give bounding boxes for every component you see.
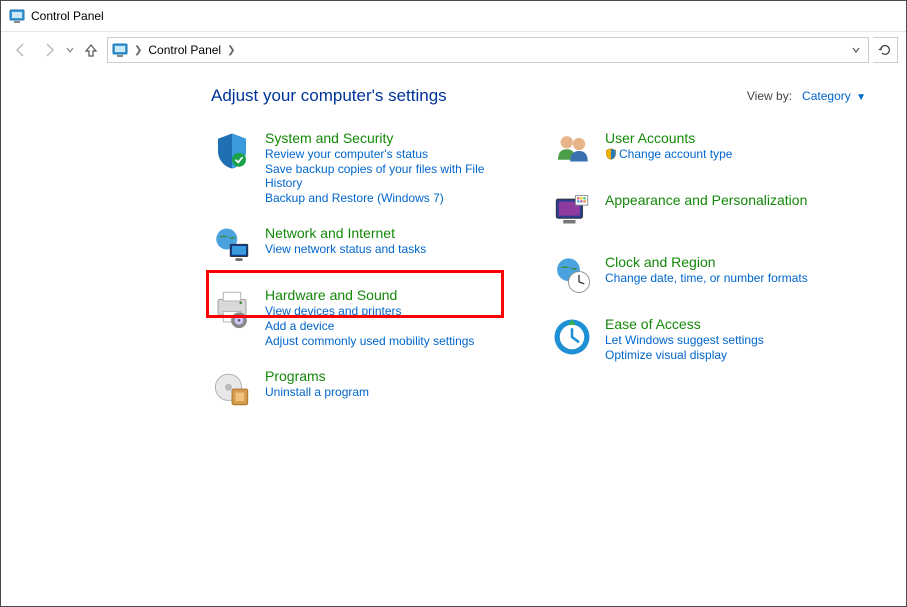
user-accounts-icon [551,130,593,172]
page-heading: Adjust your computer's settings [211,86,447,106]
view-by-label: View by: [747,89,792,103]
category-link[interactable]: Let Windows suggest settings [605,333,764,347]
category-link[interactable]: Adjust commonly used mobility settings [265,334,474,348]
recent-locations-button[interactable] [65,40,75,60]
category-ease-of-access: Ease of Access Let Windows suggest setti… [551,316,851,362]
category-link[interactable]: Uninstall a program [265,385,369,399]
programs-icon [211,368,253,410]
chevron-down-icon: ▼ [856,92,866,103]
category-user-accounts: User Accounts Change account type [551,130,851,172]
category-title[interactable]: System and Security [265,130,511,146]
ease-of-access-icon [551,316,593,358]
breadcrumb-root[interactable]: Control Panel [148,43,221,57]
category-link[interactable]: View devices and printers [265,304,474,318]
content-area: Adjust your computer's settings View by:… [1,68,906,606]
printer-icon [211,287,253,329]
category-link[interactable]: Change date, time, or number formats [605,271,808,285]
clock-globe-icon [551,254,593,296]
refresh-button[interactable] [873,37,898,63]
globe-network-icon [211,225,253,267]
breadcrumb-separator[interactable]: ❯ [227,45,235,56]
titlebar: Control Panel [1,1,906,32]
category-hardware-sound: Hardware and Sound View devices and prin… [211,287,511,348]
category-title[interactable]: Programs [265,368,369,384]
category-columns: System and Security Review your computer… [211,130,866,410]
navbar: ❯ Control Panel ❯ [1,32,906,68]
category-programs: Programs Uninstall a program [211,368,511,410]
appearance-icon [551,192,593,234]
category-clock-region: Clock and Region Change date, time, or n… [551,254,851,296]
category-title[interactable]: Clock and Region [605,254,808,270]
category-link[interactable]: Optimize visual display [605,348,764,362]
right-column: User Accounts Change account type [551,130,851,410]
category-title[interactable]: Appearance and Personalization [605,192,807,208]
window-title: Control Panel [31,9,104,23]
shield-icon [211,130,253,172]
category-network-internet: Network and Internet View network status… [211,225,511,267]
category-link[interactable]: View network status and tasks [265,242,426,256]
control-panel-icon [9,8,25,24]
forward-button[interactable] [37,38,61,62]
category-title[interactable]: Ease of Access [605,316,764,332]
category-link[interactable]: Save backup copies of your files with Fi… [265,162,511,190]
category-title[interactable]: Network and Internet [265,225,426,241]
category-link[interactable]: Review your computer's status [265,147,511,161]
control-panel-window: Control Panel ❯ Control Panel ❯ [0,0,907,607]
address-bar[interactable]: ❯ Control Panel ❯ [107,37,869,63]
address-dropdown[interactable] [848,46,864,54]
left-column: System and Security Review your computer… [211,130,511,410]
category-title[interactable]: User Accounts [605,130,732,146]
address-icon [112,42,128,58]
up-button[interactable] [79,38,103,62]
heading-row: Adjust your computer's settings View by:… [211,86,866,106]
breadcrumb-separator[interactable]: ❯ [134,45,142,56]
back-button[interactable] [9,38,33,62]
category-title[interactable]: Hardware and Sound [265,287,474,303]
category-system-security: System and Security Review your computer… [211,130,511,205]
category-link[interactable]: Add a device [265,319,474,333]
category-appearance-personalization: Appearance and Personalization [551,192,851,234]
category-link[interactable]: Backup and Restore (Windows 7) [265,191,511,205]
view-by[interactable]: View by: Category ▼ [747,89,866,103]
view-by-value: Category [802,89,851,103]
category-link[interactable]: Change account type [605,147,732,161]
